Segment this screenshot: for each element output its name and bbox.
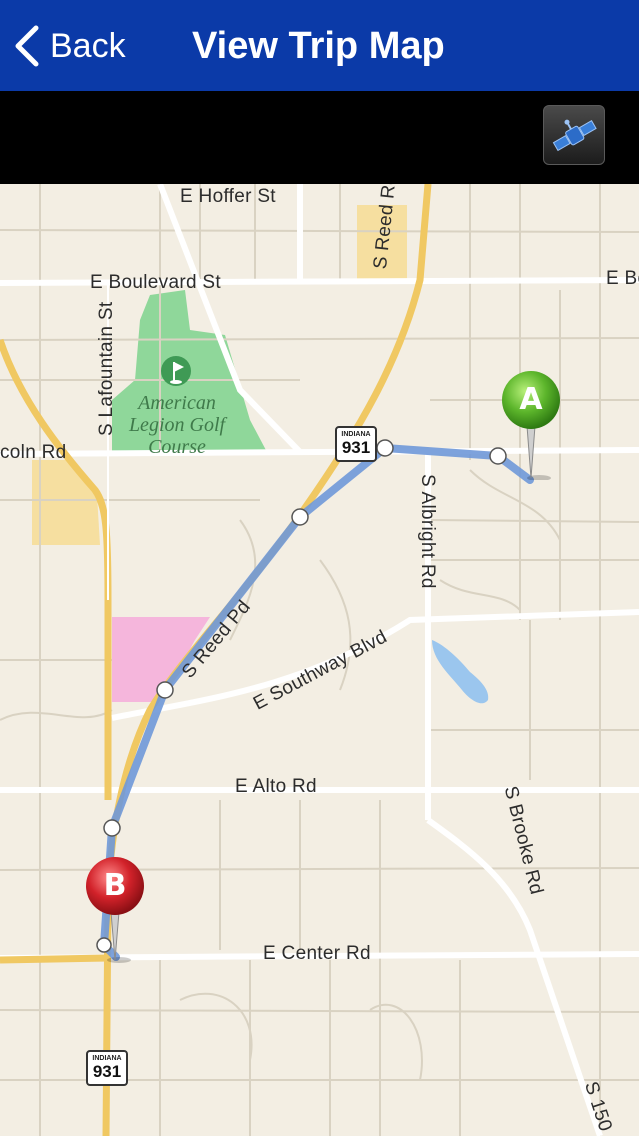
map-type-button[interactable] [543,105,605,165]
map-toolbar [0,91,639,184]
start-pin-letter: A [519,382,543,417]
golf-label-line-1: American [138,392,216,414]
back-label: Back [50,26,126,65]
street-label-alto: E Alto Rd [235,776,317,797]
highway-shield: INDIANA 931 [335,426,377,462]
street-label-albright: S Albright Rd [417,474,438,589]
trip-map[interactable]: E Hoffer St E Boulevard St E Bo S Reed R… [0,184,639,1136]
golf-flag-icon [161,356,191,386]
street-label-hoffer: E Hoffer St [180,186,276,207]
golf-label-line-3: Course [148,436,206,458]
street-label-lincoln: coln Rd [0,442,67,463]
highway-shield: INDIANA 931 [86,1050,128,1086]
satellite-icon [552,119,597,152]
street-label-center: E Center Rd [263,943,371,964]
street-label-boulevard-right: E Bo [606,268,639,289]
street-label-lafountain: S Lafountain St [96,301,117,436]
navigation-bar: Back View Trip Map [0,0,639,91]
back-button[interactable]: Back [12,22,126,70]
start-pin[interactable]: A [501,370,561,480]
shield-number: 931 [341,438,371,457]
shield-number: 931 [92,1062,122,1081]
golf-label-line-2: Legion Golf [128,414,226,436]
street-label-boulevard: E Boulevard St [90,272,221,293]
golf-course-label: American Legion Golf Course [118,392,236,458]
end-pin-letter: B [103,868,127,903]
chevron-left-icon [15,25,39,67]
end-pin[interactable]: B [85,856,145,964]
page-title: View Trip Map [192,25,445,67]
